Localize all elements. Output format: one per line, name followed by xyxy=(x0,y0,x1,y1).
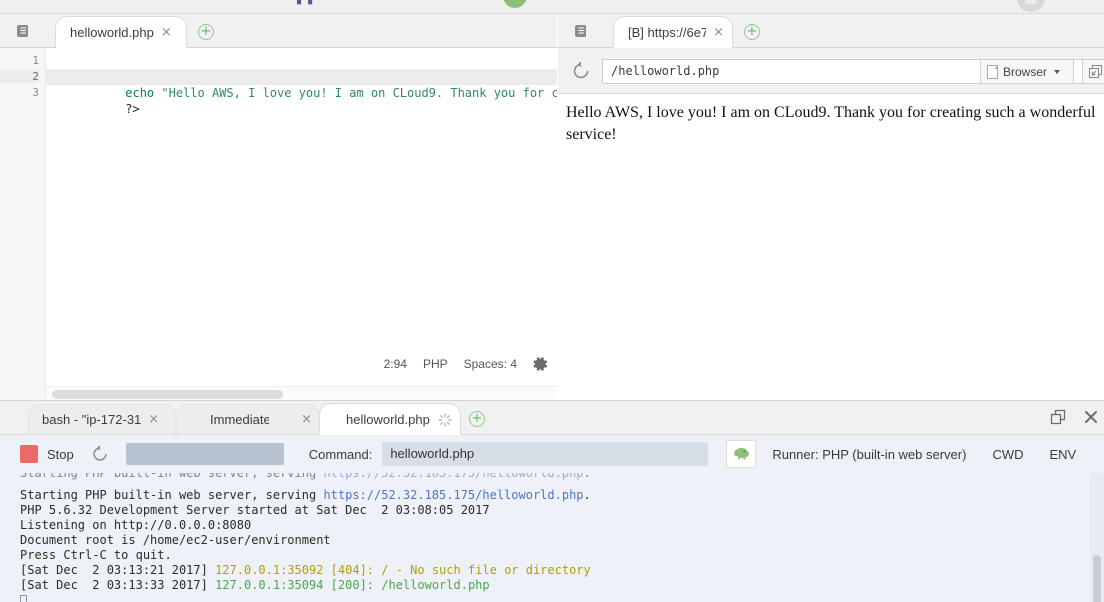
terminal-caret-icon xyxy=(20,595,27,602)
runner-label: Runner: PHP (built-in web server) xyxy=(772,446,967,462)
terminal-line-404: [Sat Dec 2 03:13:21 2017] 127.0.0.1:3509… xyxy=(20,563,1104,578)
code-line-3-text: ?> xyxy=(125,102,140,116)
preview-rendered-text: Hello AWS, I love you! I am on CLoud9. T… xyxy=(566,104,1096,143)
editor-horizontal-scrollbar[interactable] xyxy=(46,386,557,400)
terminal-line-docroot: Document root is /home/ec2-user/environm… xyxy=(20,533,331,547)
code-area[interactable]: <?php echo "Hello AWS, I love you! I am … xyxy=(46,48,557,400)
terminal-output[interactable]: Starting PHP built-in web server, servin… xyxy=(0,473,1104,602)
terminal-vertical-scrollbar[interactable] xyxy=(1090,473,1104,602)
terminal-line-200: [Sat Dec 2 03:13:33 2017] 127.0.0.1:3509… xyxy=(20,578,1104,593)
cursor-position: 2:94 xyxy=(383,357,407,371)
preview-url-bar: /helloworld.php Browser xyxy=(558,48,1104,94)
code-line-1: <?php xyxy=(46,53,557,84)
browser-select[interactable]: Browser xyxy=(980,59,1074,84)
console-tab-helloworld[interactable]: helloworld.php - xyxy=(320,404,460,435)
chevron-down-icon xyxy=(1054,69,1061,74)
stop-button[interactable]: Stop xyxy=(20,445,74,463)
terminal-clipped-text-b: . xyxy=(583,473,591,480)
terminal-prompt-caret xyxy=(20,593,1104,602)
close-icon[interactable] xyxy=(1084,410,1098,429)
stop-button-label: Stop xyxy=(47,446,74,462)
top-chrome-strip: ▮ ▮ xyxy=(0,0,1104,14)
editor-tab-helloworld[interactable]: helloworld.php × xyxy=(56,17,186,48)
runner-toolbar: Stop Command: helloworld.php Runner: PHP… xyxy=(0,435,1104,473)
terminal-line-listening: Listening on http://0.0.0.0:8080 xyxy=(20,518,252,532)
popout-button[interactable] xyxy=(1082,59,1104,84)
editor-scroll-thumb[interactable] xyxy=(52,390,283,399)
terminal-scroll-thumb[interactable] xyxy=(1093,555,1101,602)
console-tab-immediate-label: Immediate xyxy=(210,412,270,427)
indent-setting[interactable]: Spaces: 4 xyxy=(464,357,517,371)
page-icon xyxy=(987,64,998,79)
command-label: Command: xyxy=(308,446,373,462)
editor-statusbar: 2:94 PHP Spaces: 4 xyxy=(384,356,549,372)
console-window-buttons xyxy=(1050,409,1098,430)
editor-pane: helloworld.php × + 1 2 3 <?php echo "Hel… xyxy=(0,14,557,400)
stop-square-icon xyxy=(20,445,38,463)
preview-new-tab-button[interactable]: + xyxy=(744,24,760,40)
pane-menu-icon[interactable] xyxy=(12,22,34,40)
terminal-200-timestamp: [Sat Dec 2 03:13:33 2017] xyxy=(20,578,216,592)
console-tab-bash-close-icon[interactable]: × xyxy=(148,413,159,426)
gutter-line-2: 2 xyxy=(0,70,39,83)
php-elephant-icon[interactable] xyxy=(726,440,757,468)
preview-tabbar: [B] https://6e745( × + xyxy=(558,14,1104,48)
command-input[interactable]: helloworld.php xyxy=(382,442,709,466)
preview-tab-label: [B] https://6e745( xyxy=(628,25,707,40)
browser-preview-pane: [B] https://6e745( × + /helloworld.php B… xyxy=(558,14,1104,400)
console-new-tab-button[interactable]: + xyxy=(469,411,485,427)
terminal-line-clipped: Starting PHP built-in web server, servin… xyxy=(20,473,1104,481)
maximize-icon[interactable] xyxy=(1050,409,1066,430)
green-status-circle xyxy=(503,0,527,8)
console-tab-immediate[interactable]: Immediate × xyxy=(176,404,320,435)
gutter-line-1: 1 xyxy=(32,54,39,67)
code-line-3: ?> xyxy=(46,85,557,116)
editor-tab-close-icon[interactable]: × xyxy=(161,26,172,39)
console-tab-immediate-close-icon[interactable]: × xyxy=(301,413,312,426)
browser-select-label: Browser xyxy=(1003,64,1048,79)
console-tab-bash[interactable]: bash - "ip-172-31 × xyxy=(28,404,176,435)
terminal-line-start: Starting PHP built-in web server, servin… xyxy=(20,488,1104,503)
partial-toolbar-glyph: ▮ ▮ xyxy=(296,0,315,6)
terminal-start-link[interactable]: https://52.32.185.175/helloworld.php xyxy=(323,488,583,502)
console-pane: bash - "ip-172-31 × Immediate × hellowor… xyxy=(0,400,1104,602)
editor-body: 1 2 3 <?php echo "Hello AWS, I love you!… xyxy=(0,48,557,400)
terminal-start-text-a: Starting PHP built-in web server, servin… xyxy=(20,488,324,502)
terminal-clipped-link[interactable]: https://52.32.185.175/helloworld.php xyxy=(323,473,583,480)
ide-window: ▮ ▮ helloworld.php × + 1 2 3 echo "Hello… xyxy=(0,0,1104,602)
gear-icon[interactable] xyxy=(533,356,549,372)
editor-tab-label: helloworld.php xyxy=(70,25,154,40)
editor-new-tab-button[interactable]: + xyxy=(198,24,214,40)
editor-gutter: 1 2 3 xyxy=(0,48,46,400)
console-tabbar: bash - "ip-172-31 × Immediate × hellowor… xyxy=(0,401,1104,435)
reload-icon[interactable] xyxy=(570,60,592,82)
pane-menu-icon[interactable] xyxy=(570,22,592,40)
env-button[interactable]: ENV xyxy=(1050,447,1077,462)
console-tab-bash-label: bash - "ip-172-31 xyxy=(42,412,142,427)
gutter-line-3: 3 xyxy=(32,86,39,99)
terminal-line-version: PHP 5.6.32 Development Server started at… xyxy=(20,503,490,517)
code-line-2: echo "Hello AWS, I love you! I am on CLo… xyxy=(46,69,557,100)
runner-idle-field[interactable] xyxy=(125,443,284,465)
restart-icon[interactable] xyxy=(90,444,110,464)
user-avatar[interactable] xyxy=(1017,0,1045,12)
language-mode[interactable]: PHP xyxy=(423,357,448,371)
terminal-start-text-b: . xyxy=(583,488,591,502)
preview-tab-url[interactable]: [B] https://6e745( × xyxy=(614,17,732,48)
terminal-404-timestamp: [Sat Dec 2 03:13:21 2017] xyxy=(20,563,216,577)
editor-tabbar: helloworld.php × + xyxy=(0,14,557,48)
console-tab-helloworld-label: helloworld.php - xyxy=(346,412,432,427)
preview-tab-close-icon[interactable]: × xyxy=(713,26,724,39)
terminal-clipped-text-a: Starting PHP built-in web server, servin… xyxy=(20,473,324,480)
cwd-button[interactable]: CWD xyxy=(992,447,1023,462)
terminal-200-detail: 127.0.0.1:35094 [200]: /helloworld.php xyxy=(215,578,490,592)
terminal-line-quit: Press Ctrl-C to quit. xyxy=(20,548,172,562)
preview-content: Hello AWS, I love you! I am on CLoud9. T… xyxy=(558,94,1104,400)
loading-spinner-icon xyxy=(438,412,452,427)
terminal-404-detail: 127.0.0.1:35092 [404]: / - No such file … xyxy=(215,563,591,577)
